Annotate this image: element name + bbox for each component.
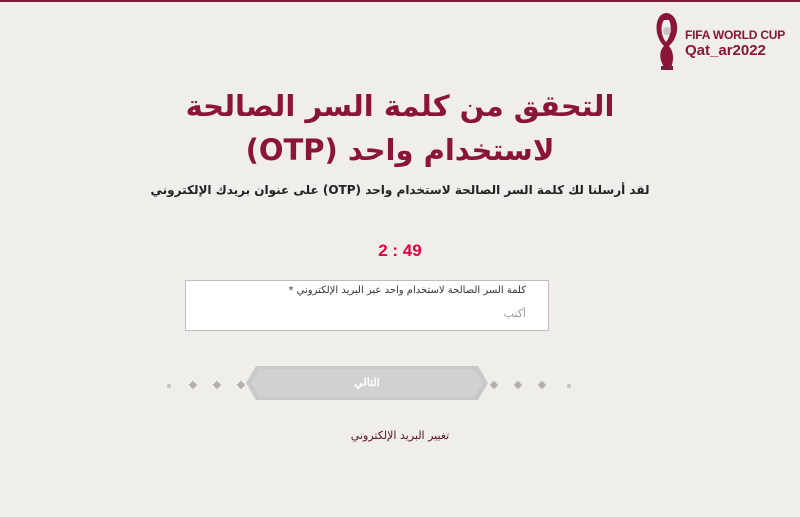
brand-title: FIFA WORLD CUP (685, 28, 786, 42)
world-cup-trophy-icon (656, 13, 678, 70)
diamond-dot-icon (489, 380, 499, 390)
diamond-dot-icon (167, 384, 171, 388)
page-title: التحقق من كلمة السر الصالحة لاستخدام واح… (100, 84, 700, 172)
diamond-dot-icon (513, 380, 523, 390)
otp-input[interactable] (196, 303, 526, 323)
diamond-dot-icon (236, 380, 246, 390)
brand-subtitle: Qat_ar2022 (685, 42, 766, 59)
otp-field[interactable]: كلمة السر الصالحة لاستخدام واحد عبر البر… (185, 280, 549, 331)
change-email-link[interactable]: تغيير البريد الإلكتروني (250, 429, 550, 442)
top-accent-bar (0, 0, 800, 2)
next-button-label: التالي (354, 377, 380, 389)
next-button[interactable]: التالي (246, 366, 488, 400)
diamond-dot-icon (537, 380, 547, 390)
page-title-line2: لاستخدام واحد (OTP) (245, 133, 555, 167)
next-button-wrapper: التالي (246, 366, 488, 400)
otp-field-label: كلمة السر الصالحة لاستخدام واحد عبر البر… (288, 285, 526, 296)
countdown-timer: 2 : 49 (378, 241, 422, 260)
fifa-world-cup-logo: FIFA WORLD CUP Qat_ar2022 (652, 10, 792, 76)
diamond-dot-icon (188, 380, 198, 390)
page-title-line1: التحقق من كلمة السر الصالحة (185, 89, 615, 123)
diamond-dot-icon (212, 380, 222, 390)
diamond-dot-icon (567, 384, 571, 388)
page-subtitle: لقد أرسلنا لك كلمة السر الصالحة لاستخدام… (150, 183, 650, 197)
